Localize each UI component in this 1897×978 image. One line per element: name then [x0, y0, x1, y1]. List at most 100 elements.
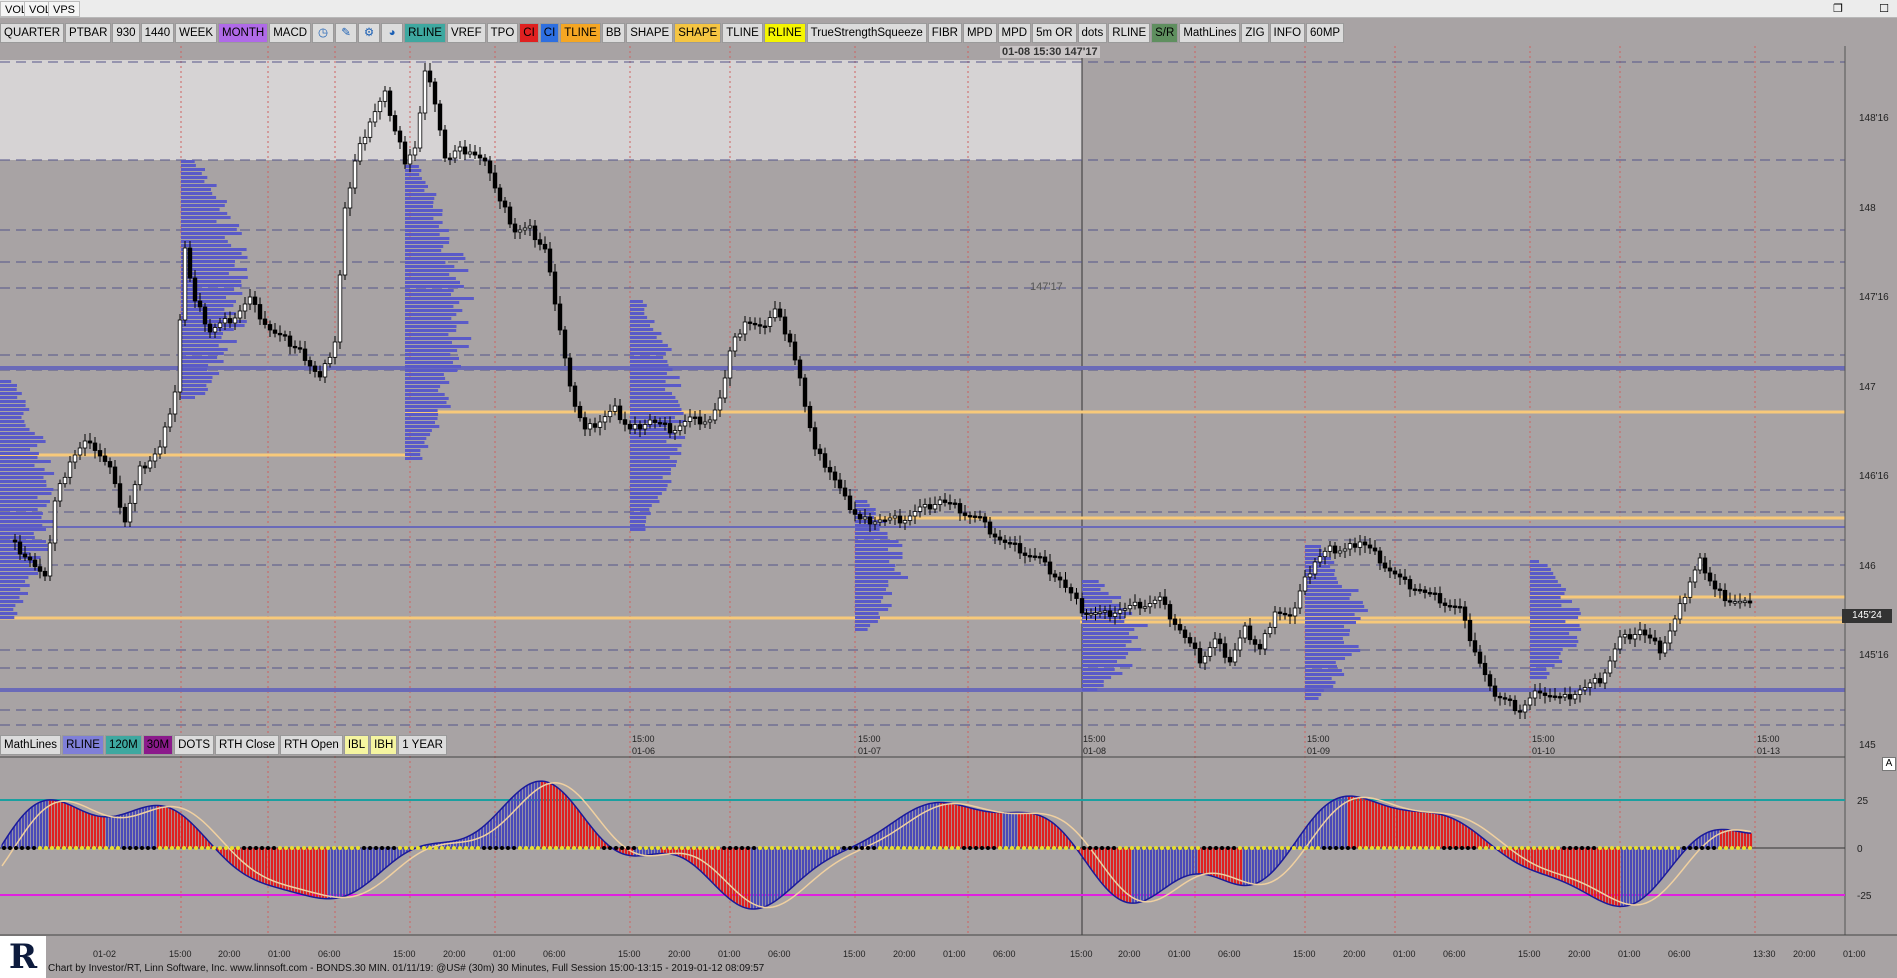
squeeze-dot [722, 846, 726, 850]
candle-body [1292, 607, 1298, 617]
squeeze-dot [1202, 846, 1206, 850]
toolbar2-rth-close-button[interactable]: RTH Close [215, 734, 280, 755]
volume-profile-bar [405, 397, 449, 400]
volume-profile-bar [405, 165, 419, 168]
squeeze-dot [1736, 846, 1740, 850]
volume-profile-bar [405, 253, 464, 256]
volume-profile-bar [630, 332, 662, 335]
candle-body [1007, 542, 1013, 545]
volume-profile-bar [1305, 685, 1334, 688]
squeeze-dot [1274, 846, 1278, 850]
squeeze-dot [1118, 846, 1122, 850]
squeeze-dot [194, 846, 198, 850]
candle-body [347, 187, 353, 209]
time-axis-label: 20:00 [1343, 949, 1366, 959]
candle-body [102, 455, 108, 462]
candle-body [1742, 600, 1748, 603]
volume-profile-bar [405, 369, 458, 372]
squeeze-dot [440, 846, 444, 850]
chart-canvas[interactable]: 148'16 148 147'16 147 146'16 146 145'16 145 147'… [0, 0, 1897, 978]
squeeze-dot [800, 846, 804, 850]
squeeze-dot [626, 846, 630, 850]
squeeze-dot [1544, 846, 1548, 850]
volume-profile-bar [1082, 616, 1126, 619]
candle-body [42, 570, 48, 577]
toolbar2-ibh-button[interactable]: IBH [370, 734, 398, 755]
volume-profile-bar [405, 273, 450, 276]
candle-body [217, 322, 223, 328]
toolbar2-rline-button[interactable]: RLINE [62, 734, 104, 755]
volume-profile-bar [1305, 681, 1336, 684]
volume-profile-bar [181, 312, 236, 315]
squeeze-dot [1514, 846, 1518, 850]
squeeze-dot [332, 846, 336, 850]
status-bar: Chart by Investor/RT, Linn Software, Inc… [48, 963, 765, 974]
volume-profile-bar [1530, 652, 1561, 655]
candle-body [937, 499, 943, 505]
squeeze-dot [944, 846, 948, 850]
squeeze-dot [1160, 846, 1164, 850]
candle-body [852, 509, 858, 515]
toolbar2-ibl-button[interactable]: IBL [343, 734, 370, 755]
candle-body [1572, 694, 1578, 700]
candle-body [857, 513, 863, 520]
volume-profile-bar [405, 189, 425, 192]
volume-profile-bar [855, 504, 870, 507]
volume-profile-bar [1305, 629, 1350, 632]
candle-body [1562, 694, 1568, 698]
toolbar2-rth-open-button[interactable]: RTH Open [280, 734, 343, 755]
volume-profile-bar [1530, 672, 1550, 675]
squeeze-dot [1190, 846, 1194, 850]
time-axis-label: 20:00 [443, 949, 466, 959]
volume-profile-bar [1530, 580, 1558, 583]
candle-body [1167, 604, 1173, 620]
candle-body [27, 556, 33, 561]
candle-body [512, 223, 518, 233]
toolbar2-mathlines-button[interactable]: MathLines [0, 734, 62, 755]
volume-profile-bar [1082, 676, 1112, 679]
candle-body [692, 416, 698, 419]
time-axis-label: 06:00 [543, 949, 566, 959]
candle-body [617, 405, 623, 421]
volume-profile-bar [405, 173, 420, 176]
volume-profile-bar [405, 361, 453, 364]
volume-profile-bar [1082, 580, 1099, 583]
volume-profile-bar [1305, 545, 1321, 548]
candle-body [812, 427, 818, 450]
squeeze-dot [1694, 846, 1698, 850]
chart-window: VOL VOL VPS ❐ ☐ QUARTER PTBAR 930 1440 WEEK M… [0, 0, 1897, 978]
volume-profile-bar [181, 164, 196, 167]
squeeze-dot [158, 846, 162, 850]
squeeze-dot [536, 846, 540, 850]
volume-profile-bar [405, 385, 441, 388]
volume-profile-bar [1530, 564, 1548, 567]
squeeze-dot [428, 846, 432, 850]
volume-profile-bar [1082, 584, 1105, 587]
candle-body [427, 70, 433, 83]
toolbar2-dots-button[interactable]: DOTS [174, 734, 215, 755]
volume-profile-bar [1305, 649, 1361, 652]
candle-body [187, 247, 193, 279]
squeeze-dot [836, 846, 840, 850]
toolbar2-1-year-button[interactable]: 1 YEAR [398, 734, 447, 755]
volume-profile-bar [405, 201, 434, 204]
candle-body [577, 405, 583, 419]
volume-profile-bar [181, 220, 217, 223]
squeeze-dot [218, 846, 222, 850]
linn-logo: R [0, 936, 46, 978]
volume-profile-bar [405, 449, 421, 452]
volume-profile-bar [855, 536, 888, 539]
volume-profile-bar [1082, 656, 1126, 659]
toolbar2-30m-button[interactable]: 30M [142, 734, 174, 755]
squeeze-dot [1214, 846, 1218, 850]
squeeze-dot [392, 846, 396, 850]
volume-profile-bar [181, 296, 226, 299]
squeeze-dot [482, 846, 486, 850]
indicator-scale-button[interactable]: A [1882, 757, 1896, 771]
squeeze-dot [128, 846, 132, 850]
volume-profile-bar [1530, 628, 1582, 631]
candle-body [557, 303, 563, 331]
toolbar2-120m-button[interactable]: 120M [104, 734, 142, 755]
time-axis-label: 06:00 [1668, 949, 1691, 959]
volume-profile-bar [1530, 636, 1578, 639]
